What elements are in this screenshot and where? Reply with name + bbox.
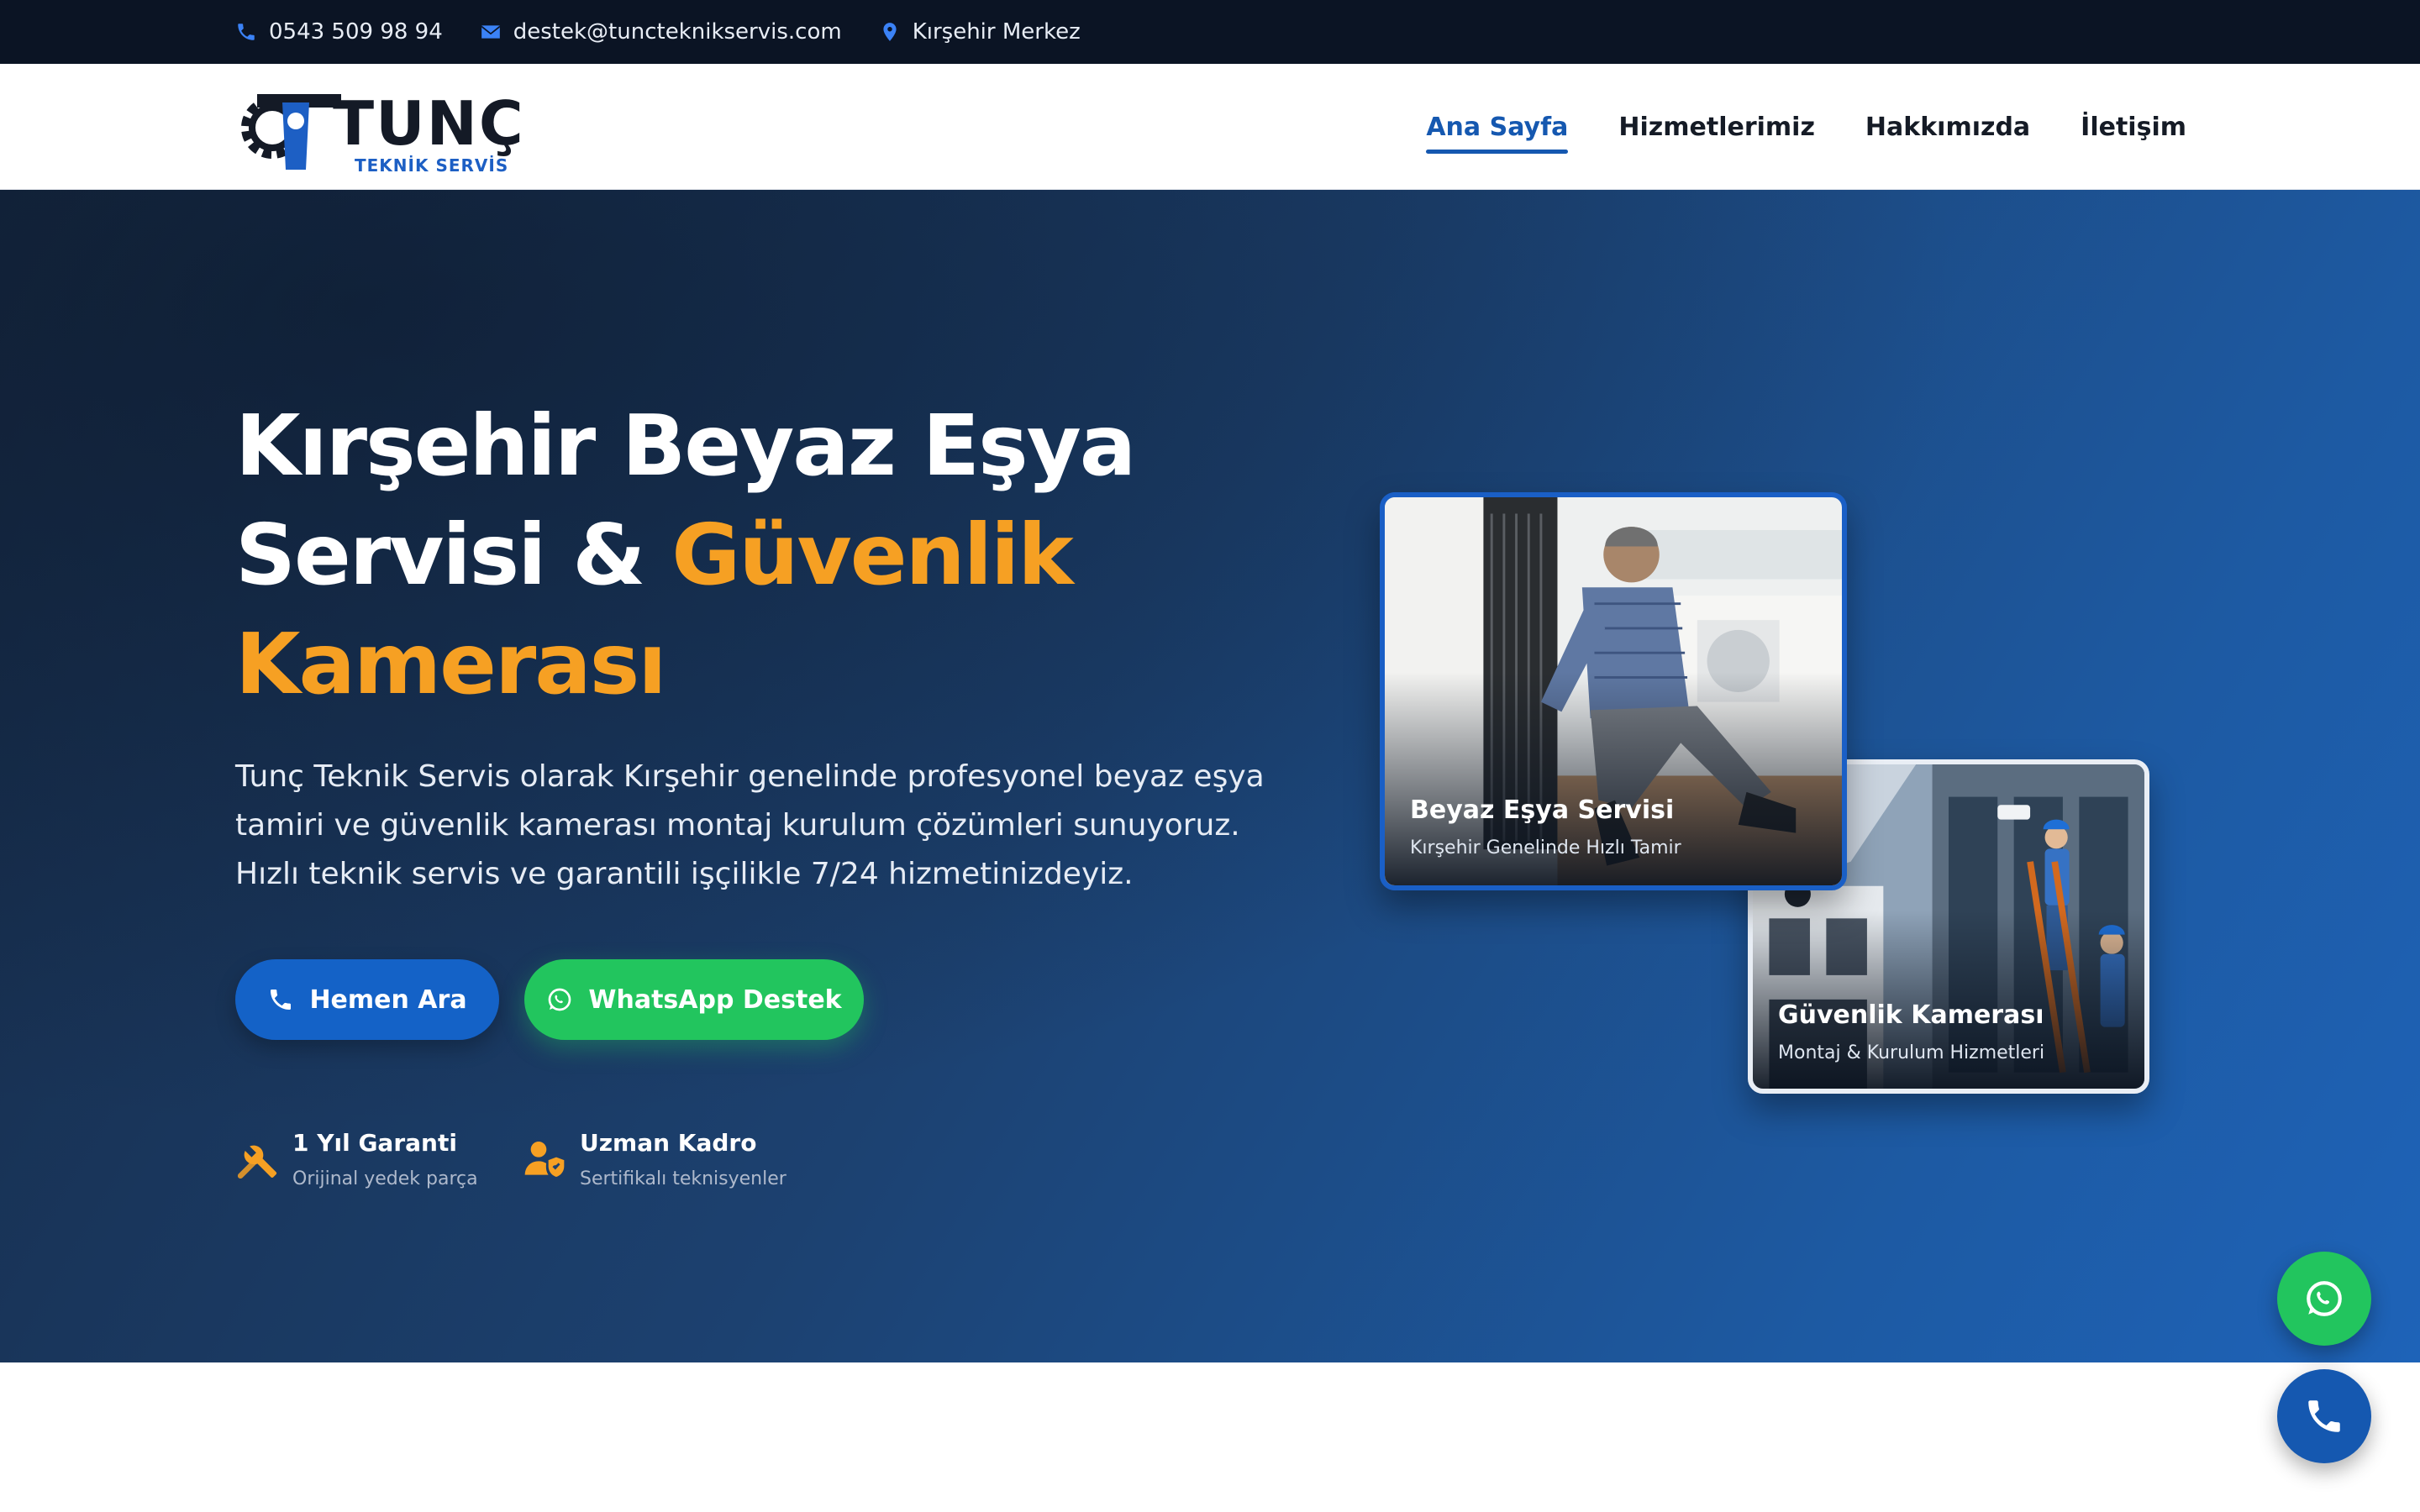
nav-item-contact[interactable]: İletişim — [2081, 104, 2186, 150]
topbar-location: Kırşehir Merkez — [879, 19, 1081, 45]
hero-title-accent-1: Güvenlik — [671, 506, 1074, 604]
phone-icon — [2308, 1400, 2340, 1432]
feature-warranty-title: 1 Yıl Garanti — [292, 1129, 457, 1157]
topbar-email[interactable]: destek@tuncteknikservis.com — [480, 19, 842, 45]
phone-icon — [271, 990, 292, 1010]
phone-icon — [238, 24, 255, 40]
whatsapp-support-button[interactable]: WhatsApp Destek — [524, 959, 864, 1040]
service-card-white-goods[interactable]: Beyaz Eşya Servisi Kırşehir Genelinde Hı… — [1380, 492, 1847, 890]
nav-item-home[interactable]: Ana Sayfa — [1426, 104, 1569, 154]
feature-expert-subtitle: Sertifikalı teknisyenler — [580, 1168, 786, 1189]
map-pin-icon — [883, 23, 897, 41]
floating-whatsapp-button[interactable] — [2277, 1252, 2371, 1346]
nav-menu: Ana Sayfa Hizmetlerimiz Hakkımızda İleti… — [1376, 64, 2186, 190]
hero-title: Kırşehir Beyaz Eşya Servisi & Güvenlik K… — [235, 391, 1328, 719]
feature-warranty-subtitle: Orijinal yedek parça — [292, 1168, 478, 1189]
topbar-phone-text: 0543 509 98 94 — [269, 19, 443, 45]
nav-item-about[interactable]: Hakkımızda — [1865, 104, 2030, 150]
card-security-title: Güvenlik Kamerası — [1778, 1000, 2044, 1030]
hero-description: Tunç Teknik Servis olarak Kırşehir genel… — [235, 759, 1265, 891]
hero-title-accent-2: Kamerası — [235, 615, 667, 713]
hero-section: Kırşehir Beyaz Eşya Servisi & Güvenlik K… — [0, 190, 2420, 1362]
topbar-location-text: Kırşehir Merkez — [912, 19, 1081, 45]
mail-icon — [481, 25, 500, 39]
card-security-subtitle: Montaj & Kurulum Hizmetleri — [1778, 1042, 2045, 1063]
feature-expert-team: Uzman Kadro Sertifikalı teknisyenler — [521, 1129, 786, 1189]
card-white-goods-title: Beyaz Eşya Servisi — [1410, 795, 1675, 825]
tools-icon — [237, 1145, 277, 1179]
site-logo[interactable]: TUNÇ TEKNİK SERVİS — [234, 77, 536, 176]
hero-title-line1: Kırşehir Beyaz Eşya — [235, 396, 1136, 495]
main-navigation: TUNÇ TEKNİK SERVİS Ana Sayfa Hizmetlerim… — [0, 64, 2420, 190]
user-shield-icon — [524, 1142, 565, 1177]
whatsapp-support-label: WhatsApp Destek — [588, 984, 842, 1015]
feature-warranty: 1 Yıl Garanti Orijinal yedek parça — [234, 1129, 478, 1189]
nav-item-services[interactable]: Hizmetlerimiz — [1618, 104, 1815, 150]
call-now-label: Hemen Ara — [309, 984, 467, 1015]
topbar-phone[interactable]: 0543 509 98 94 — [235, 19, 443, 45]
logo-subtitle: TEKNİK SERVİS — [355, 155, 508, 176]
logo-wordmark: TUNÇ — [333, 88, 525, 159]
whatsapp-icon — [2307, 1281, 2342, 1316]
call-now-button[interactable]: Hemen Ara — [235, 959, 499, 1040]
feature-expert-title: Uzman Kadro — [580, 1129, 757, 1157]
topbar-email-text: destek@tuncteknikservis.com — [513, 19, 842, 45]
logo-emblem-icon: TUNÇ TEKNİK SERVİS — [241, 88, 525, 176]
top-bar: 0543 509 98 94 destek@tuncteknikservis.c… — [0, 0, 2420, 64]
whatsapp-icon — [549, 988, 571, 1011]
hero-title-line2: Servisi & — [235, 506, 672, 604]
card-white-goods-subtitle: Kırşehir Genelinde Hızlı Tamir — [1410, 837, 1681, 858]
floating-call-button[interactable] — [2277, 1369, 2371, 1463]
